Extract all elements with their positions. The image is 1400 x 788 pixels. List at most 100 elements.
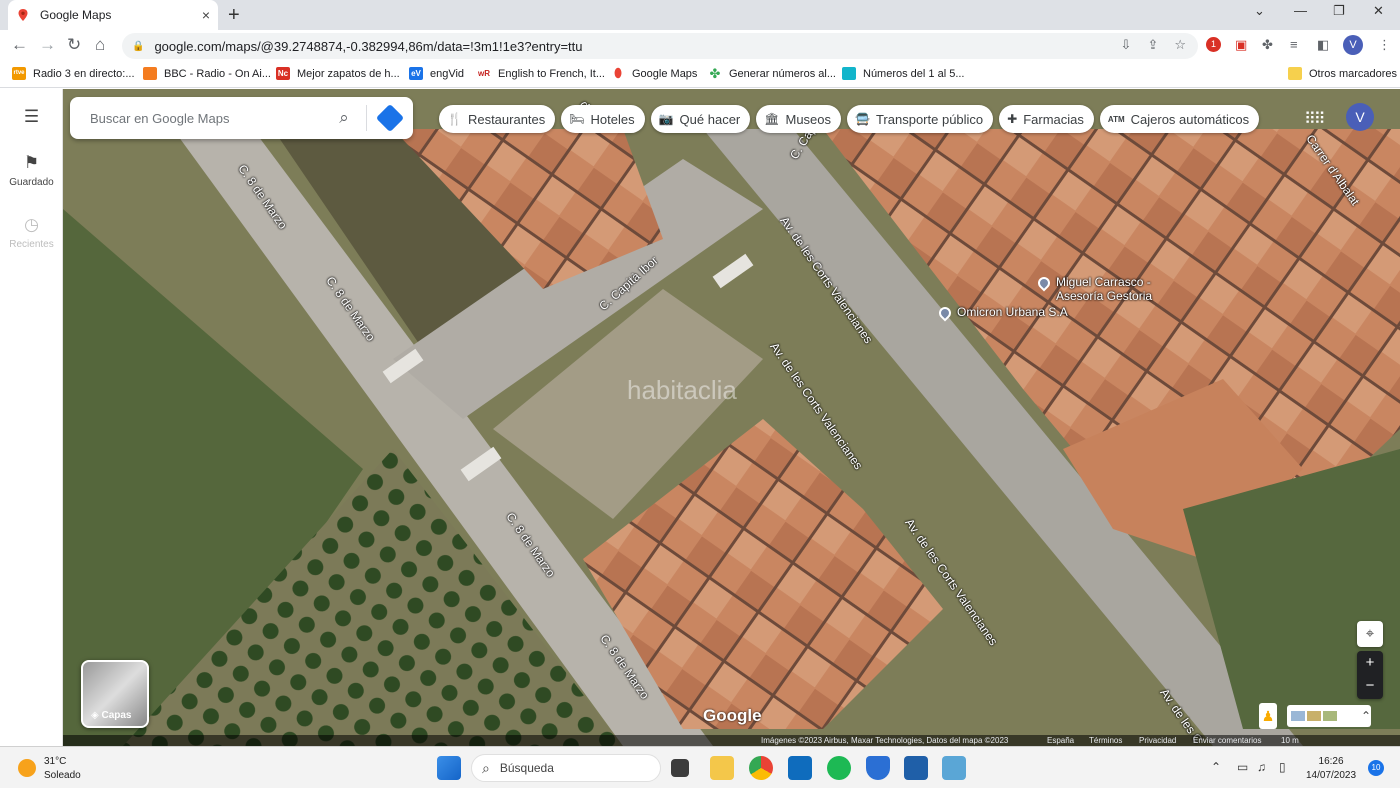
taskbar-search-label: Búsqueda <box>499 761 554 775</box>
close-window-button[interactable]: ✕ <box>1373 3 1384 19</box>
bookmark-radio3[interactable]: rtve Radio 3 en directo:... <box>12 67 135 80</box>
bookmark-star-icon[interactable]: ☆ <box>1174 37 1186 53</box>
tab-google-maps[interactable]: Google Maps × <box>8 0 218 30</box>
bookmark-wordreference[interactable]: wR English to French, It... <box>477 67 605 80</box>
privacy-link[interactable]: Privacidad <box>1139 735 1176 746</box>
windows-start-icon[interactable] <box>437 756 461 780</box>
poi-miguel-carrasco[interactable]: Miguel Carrasco - Asesoría Gestoria <box>1035 274 1152 303</box>
store-icon[interactable] <box>904 756 928 780</box>
profile-avatar[interactable]: V <box>1343 35 1363 55</box>
directions-button[interactable] <box>367 103 413 133</box>
rtve-icon: rtve <box>12 67 26 80</box>
atm-icon: ATM <box>1107 114 1125 124</box>
bookmark-zapatos[interactable]: Nc Mejor zapatos de h... <box>276 67 400 80</box>
imagery-attribution: Imágenes ©2023 Airbus, Maxar Technologie… <box>761 736 1009 745</box>
url-text[interactable]: google.com/maps/@39.2748874,-0.382994,86… <box>154 39 582 54</box>
tab-search-icon[interactable]: ⌄ <box>1254 3 1265 19</box>
map-thumbnail[interactable] <box>1291 711 1305 721</box>
menu-button[interactable]: ☰ <box>0 107 63 127</box>
task-view-icon[interactable] <box>671 759 689 777</box>
chip-restaurantes[interactable]: 🍴 Restaurantes <box>439 105 556 133</box>
directions-icon <box>375 103 405 133</box>
zoom-in-button[interactable]: + <box>1357 651 1383 675</box>
extensions-puzzle-icon[interactable]: ✤ <box>1262 37 1273 53</box>
nc-icon: Nc <box>276 67 290 80</box>
saved-label: Guardado <box>9 177 54 188</box>
chip-transporte-publico[interactable]: 🚍 Transporte público <box>847 105 994 133</box>
file-explorer-icon[interactable] <box>710 756 734 780</box>
museum-icon: 🏛 <box>764 112 780 126</box>
weather-widget[interactable]: 31°C Soleado <box>18 755 81 783</box>
chip-que-hacer[interactable]: 📷 Qué hacer <box>650 105 751 133</box>
chrome-icon[interactable] <box>749 756 773 780</box>
weather-condition: Soleado <box>44 770 81 781</box>
chip-cajeros[interactable]: ATM Cajeros automáticos <box>1099 105 1260 133</box>
address-bar[interactable]: 🔒 google.com/maps/@39.2748874,-0.382994,… <box>122 33 1198 59</box>
chrome-menu-icon[interactable]: ⋮ <box>1378 37 1391 53</box>
imagery-thumbnails[interactable]: ⌃ <box>1287 705 1371 727</box>
bookmark-bbc[interactable]: BBC - Radio - On Ai... <box>143 67 271 80</box>
zoom-out-button[interactable]: − <box>1357 675 1383 699</box>
map-attribution-bar: Imágenes ©2023 Airbus, Maxar Technologie… <box>63 735 1400 746</box>
satellite-map[interactable]: habitaclia C. 8 de Marzo C. 8 de Marzo C… <box>63 89 1400 746</box>
remote-desktop-icon[interactable] <box>942 756 966 780</box>
minimize-button[interactable]: — <box>1294 3 1307 18</box>
country-link[interactable]: España <box>1047 735 1074 746</box>
new-tab-button[interactable]: + <box>228 4 240 27</box>
outlook-icon[interactable] <box>788 756 812 780</box>
account-avatar[interactable]: V <box>1346 103 1374 131</box>
other-bookmarks[interactable]: Otros marcadores <box>1288 67 1397 80</box>
recent-label: Recientes <box>9 239 54 250</box>
chip-farmacias[interactable]: ✚ Farmacias <box>999 105 1094 133</box>
defender-icon[interactable] <box>866 756 890 780</box>
bookmark-engvid[interactable]: eV engVid <box>409 67 464 80</box>
expand-icon[interactable]: ⌃ <box>1361 709 1371 723</box>
system-clock[interactable]: 16:26 14/07/2023 <box>1306 755 1356 783</box>
display-icon[interactable]: ▭ <box>1237 760 1248 774</box>
lock-icon[interactable]: 🔒 <box>132 41 144 52</box>
google-apps-icon[interactable]: ⠿⠿ <box>1304 109 1325 129</box>
home-button[interactable]: ⌂ <box>95 35 105 55</box>
search-icon[interactable]: ⌕ <box>322 108 366 128</box>
recent-button[interactable]: ◷ Recientes <box>0 215 63 250</box>
tray-chevron-icon[interactable]: ⌃ <box>1211 760 1221 774</box>
taskbar-search[interactable]: ⌕ Búsqueda <box>471 754 661 782</box>
bookmark-icon: ⚑ <box>23 153 40 172</box>
terms-link[interactable]: Términos <box>1089 735 1122 746</box>
bookmark-google-maps[interactable]: ⬮ Google Maps <box>611 67 697 80</box>
side-panel-icon[interactable]: ◧ <box>1317 37 1329 53</box>
media-queue-icon[interactable]: ≡ <box>1290 37 1298 52</box>
spotify-icon[interactable] <box>827 756 851 780</box>
feedback-link[interactable]: Enviar comentarios <box>1193 735 1261 746</box>
poi-omicron-urbana[interactable]: Omicron Urbana S.A <box>936 304 1068 322</box>
clover-icon: ✤ <box>708 66 722 81</box>
camera-icon: 📷 <box>658 112 674 126</box>
maximize-button[interactable]: ❐ <box>1333 3 1345 19</box>
pharmacy-icon: ✚ <box>1007 112 1018 126</box>
place-pin-icon <box>936 304 954 322</box>
street-view-pegman[interactable]: ♟ <box>1259 703 1277 729</box>
traffic-thumbnail[interactable] <box>1322 711 1337 721</box>
scale-bar[interactable]: 10 m <box>1281 735 1299 746</box>
notifications-badge[interactable]: 10 <box>1368 760 1384 776</box>
bookmark-generar-numeros[interactable]: ✤ Generar números al... <box>708 67 836 80</box>
layers-button[interactable]: ◈ Capas <box>81 660 149 728</box>
reload-button[interactable]: ↻ <box>67 35 81 55</box>
share-icon[interactable]: ⇪ <box>1147 37 1158 53</box>
install-app-icon[interactable]: ⇩ <box>1121 37 1132 53</box>
chip-hoteles[interactable]: 🛏 Hoteles <box>561 105 645 133</box>
back-button[interactable]: ← <box>11 35 28 55</box>
bookmark-numeros[interactable]: Números del 1 al 5... <box>842 67 965 80</box>
maps-search-input[interactable] <box>70 110 322 126</box>
my-location-button[interactable]: ⌖ <box>1357 621 1383 647</box>
volume-icon[interactable]: ♫ <box>1257 760 1266 774</box>
chip-museos[interactable]: 🏛 Museos <box>756 105 842 133</box>
saved-button[interactable]: ⚑ Guardado <box>0 153 63 188</box>
terrain-thumbnail[interactable] <box>1306 711 1321 721</box>
pdf-extension-icon[interactable]: ▣ <box>1235 37 1247 53</box>
fork-knife-icon: 🍴 <box>447 112 462 126</box>
extension-badge-icon[interactable]: 1 <box>1206 37 1221 52</box>
network-icon[interactable]: ▯ <box>1279 760 1286 774</box>
tab-close-icon[interactable]: × <box>202 7 210 23</box>
forward-button[interactable]: → <box>39 35 56 55</box>
